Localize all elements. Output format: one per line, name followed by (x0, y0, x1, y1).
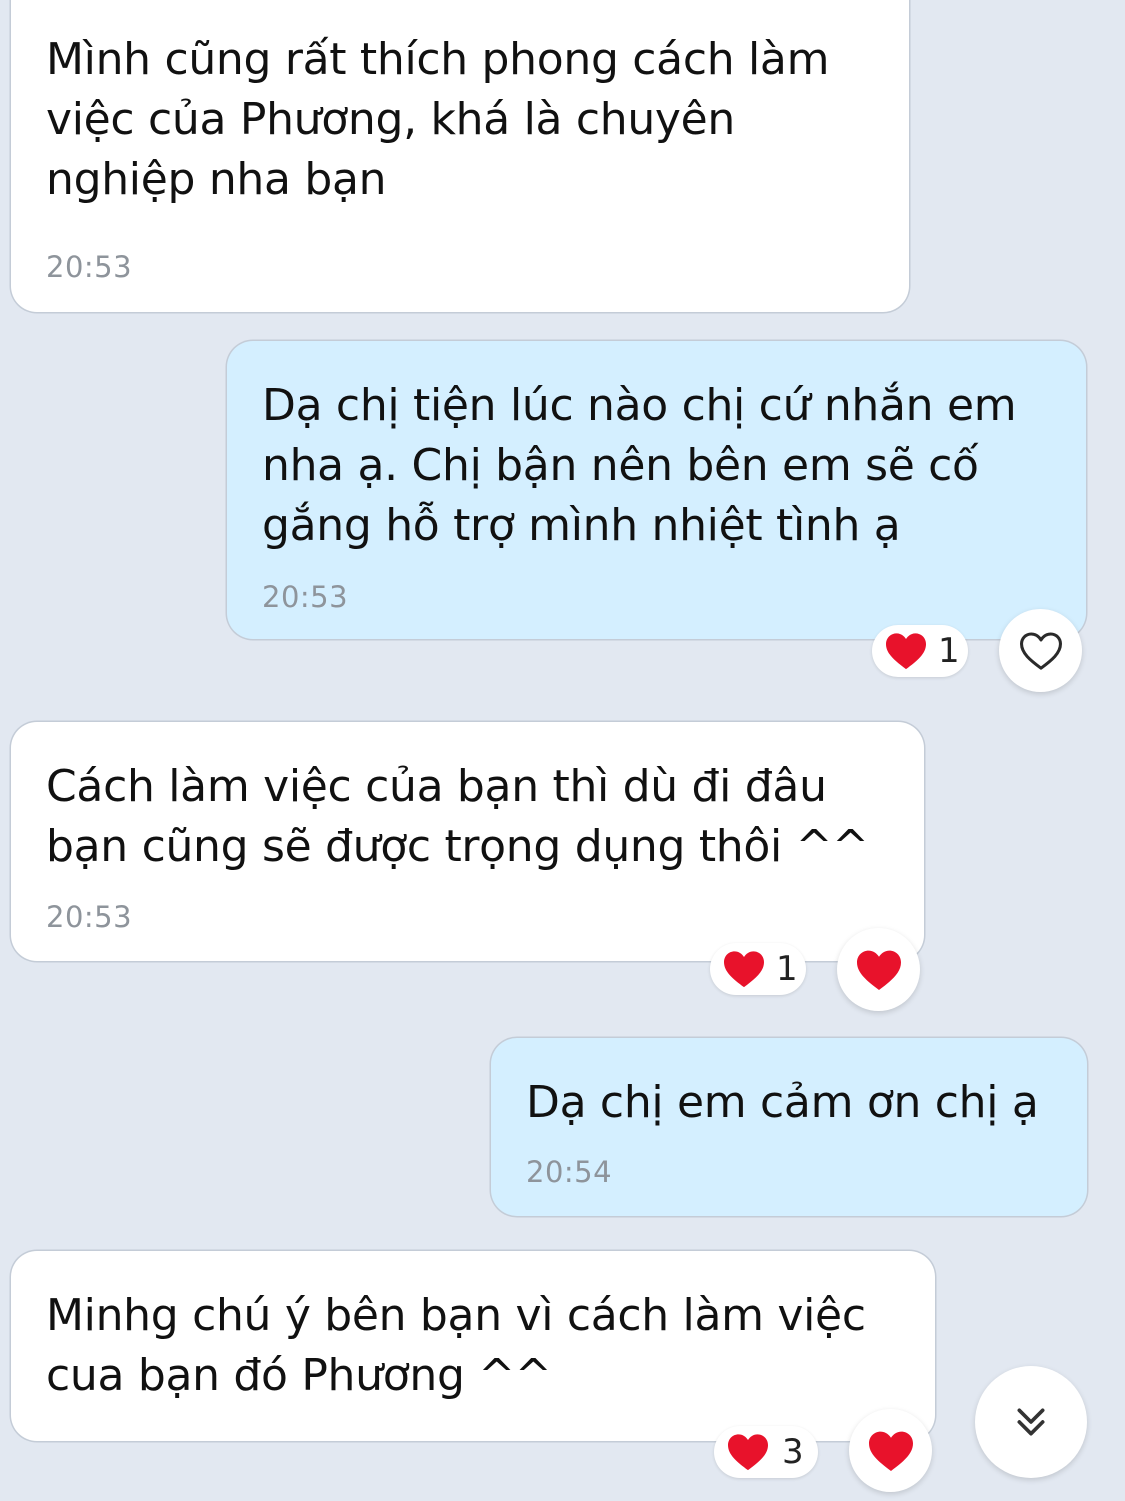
message-bubble-outgoing[interactable]: Dạ chị em cảm ơn chị ạ 20:54 (491, 1038, 1087, 1216)
chevron-double-down-icon (1017, 1408, 1045, 1436)
message-bubble-incoming[interactable]: Mình cũng rất thích phong cách làm việc … (11, 0, 909, 312)
reaction-count-pill[interactable]: 1 (872, 625, 968, 677)
reaction-count: 3 (782, 1432, 804, 1472)
heart-filled-icon (856, 950, 901, 990)
reaction-count-pill[interactable]: 1 (710, 943, 806, 995)
react-heart-button[interactable] (849, 1409, 932, 1492)
message-timestamp: 20:53 (262, 580, 349, 614)
message-text: Dạ chị tiện lúc nào chị cứ nhắn em nha ạ… (262, 380, 1017, 551)
message-timestamp: 20:54 (526, 1155, 613, 1189)
reaction-count-pill[interactable]: 3 (714, 1426, 818, 1478)
heart-outline-icon (1019, 631, 1062, 670)
message-text: Dạ chị em cảm ơn chị ạ (526, 1077, 1039, 1128)
react-heart-button[interactable] (999, 609, 1082, 692)
reaction-count: 1 (938, 631, 960, 671)
message-text: Minhg chú ý bên bạn vì cách làm việc cua… (46, 1290, 866, 1401)
message-timestamp: 20:53 (46, 250, 133, 284)
reaction-count: 1 (776, 949, 798, 989)
message-text: Mình cũng rất thích phong cách làm việc … (46, 34, 830, 205)
heart-icon (728, 1434, 768, 1471)
message-text: Cách làm việc của bạn thì dù đi đâu bạn … (46, 761, 869, 872)
message-bubble-incoming[interactable]: Cách làm việc của bạn thì dù đi đâu bạn … (11, 722, 924, 961)
message-bubble-incoming[interactable]: Minhg chú ý bên bạn vì cách làm việc cua… (11, 1251, 935, 1441)
message-bubble-outgoing[interactable]: Dạ chị tiện lúc nào chị cứ nhắn em nha ạ… (227, 341, 1086, 639)
scroll-down-button[interactable] (975, 1366, 1087, 1478)
heart-icon (724, 951, 764, 988)
heart-filled-icon (868, 1431, 913, 1471)
message-timestamp: 20:53 (46, 900, 133, 934)
heart-icon (886, 633, 926, 670)
react-heart-button[interactable] (837, 928, 920, 1011)
